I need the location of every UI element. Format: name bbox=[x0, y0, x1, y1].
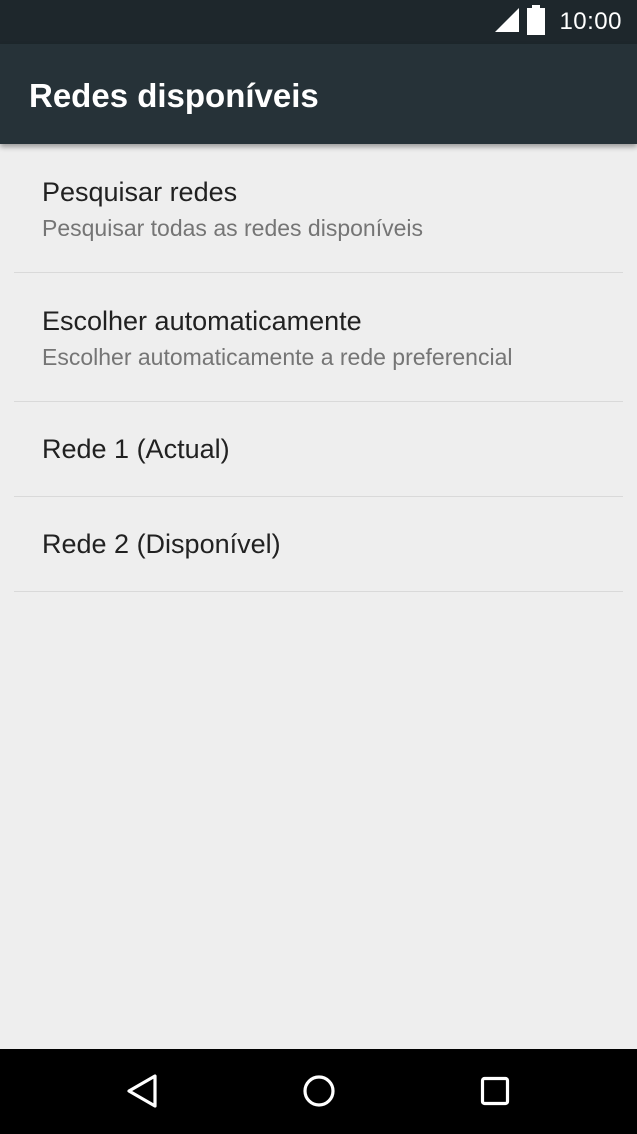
status-bar: 10:00 bbox=[0, 0, 637, 44]
home-button[interactable] bbox=[297, 1071, 341, 1115]
battery-icon bbox=[527, 4, 546, 40]
recents-button[interactable] bbox=[473, 1071, 517, 1115]
network-2-item[interactable]: Rede 2 (Disponível) bbox=[14, 497, 623, 592]
signal-icon bbox=[495, 7, 520, 37]
list-item-title: Escolher automaticamente bbox=[42, 306, 362, 336]
page-title: Redes disponíveis bbox=[29, 77, 319, 114]
network-list: Pesquisar redes Pesquisar todas as redes… bbox=[0, 144, 637, 592]
list-item-title: Rede 1 (Actual) bbox=[42, 434, 230, 464]
back-icon bbox=[126, 1073, 158, 1113]
app-bar: Redes disponíveis bbox=[0, 44, 637, 144]
status-icons: 10:00 bbox=[495, 0, 622, 44]
list-item-summary: Escolher automaticamente a rede preferen… bbox=[42, 344, 513, 370]
home-icon bbox=[302, 1074, 336, 1113]
list-item-summary: Pesquisar todas as redes disponíveis bbox=[42, 215, 423, 241]
status-time: 10:00 bbox=[559, 8, 622, 35]
choose-automatically-item[interactable]: Escolher automaticamente Escolher automa… bbox=[14, 273, 623, 402]
navigation-bar bbox=[0, 1049, 637, 1134]
recents-icon bbox=[480, 1076, 510, 1111]
network-1-item[interactable]: Rede 1 (Actual) bbox=[14, 402, 623, 497]
list-item-title: Rede 2 (Disponível) bbox=[42, 529, 281, 559]
back-button[interactable] bbox=[120, 1071, 164, 1115]
search-networks-item[interactable]: Pesquisar redes Pesquisar todas as redes… bbox=[14, 144, 623, 273]
list-item-title: Pesquisar redes bbox=[42, 177, 238, 207]
